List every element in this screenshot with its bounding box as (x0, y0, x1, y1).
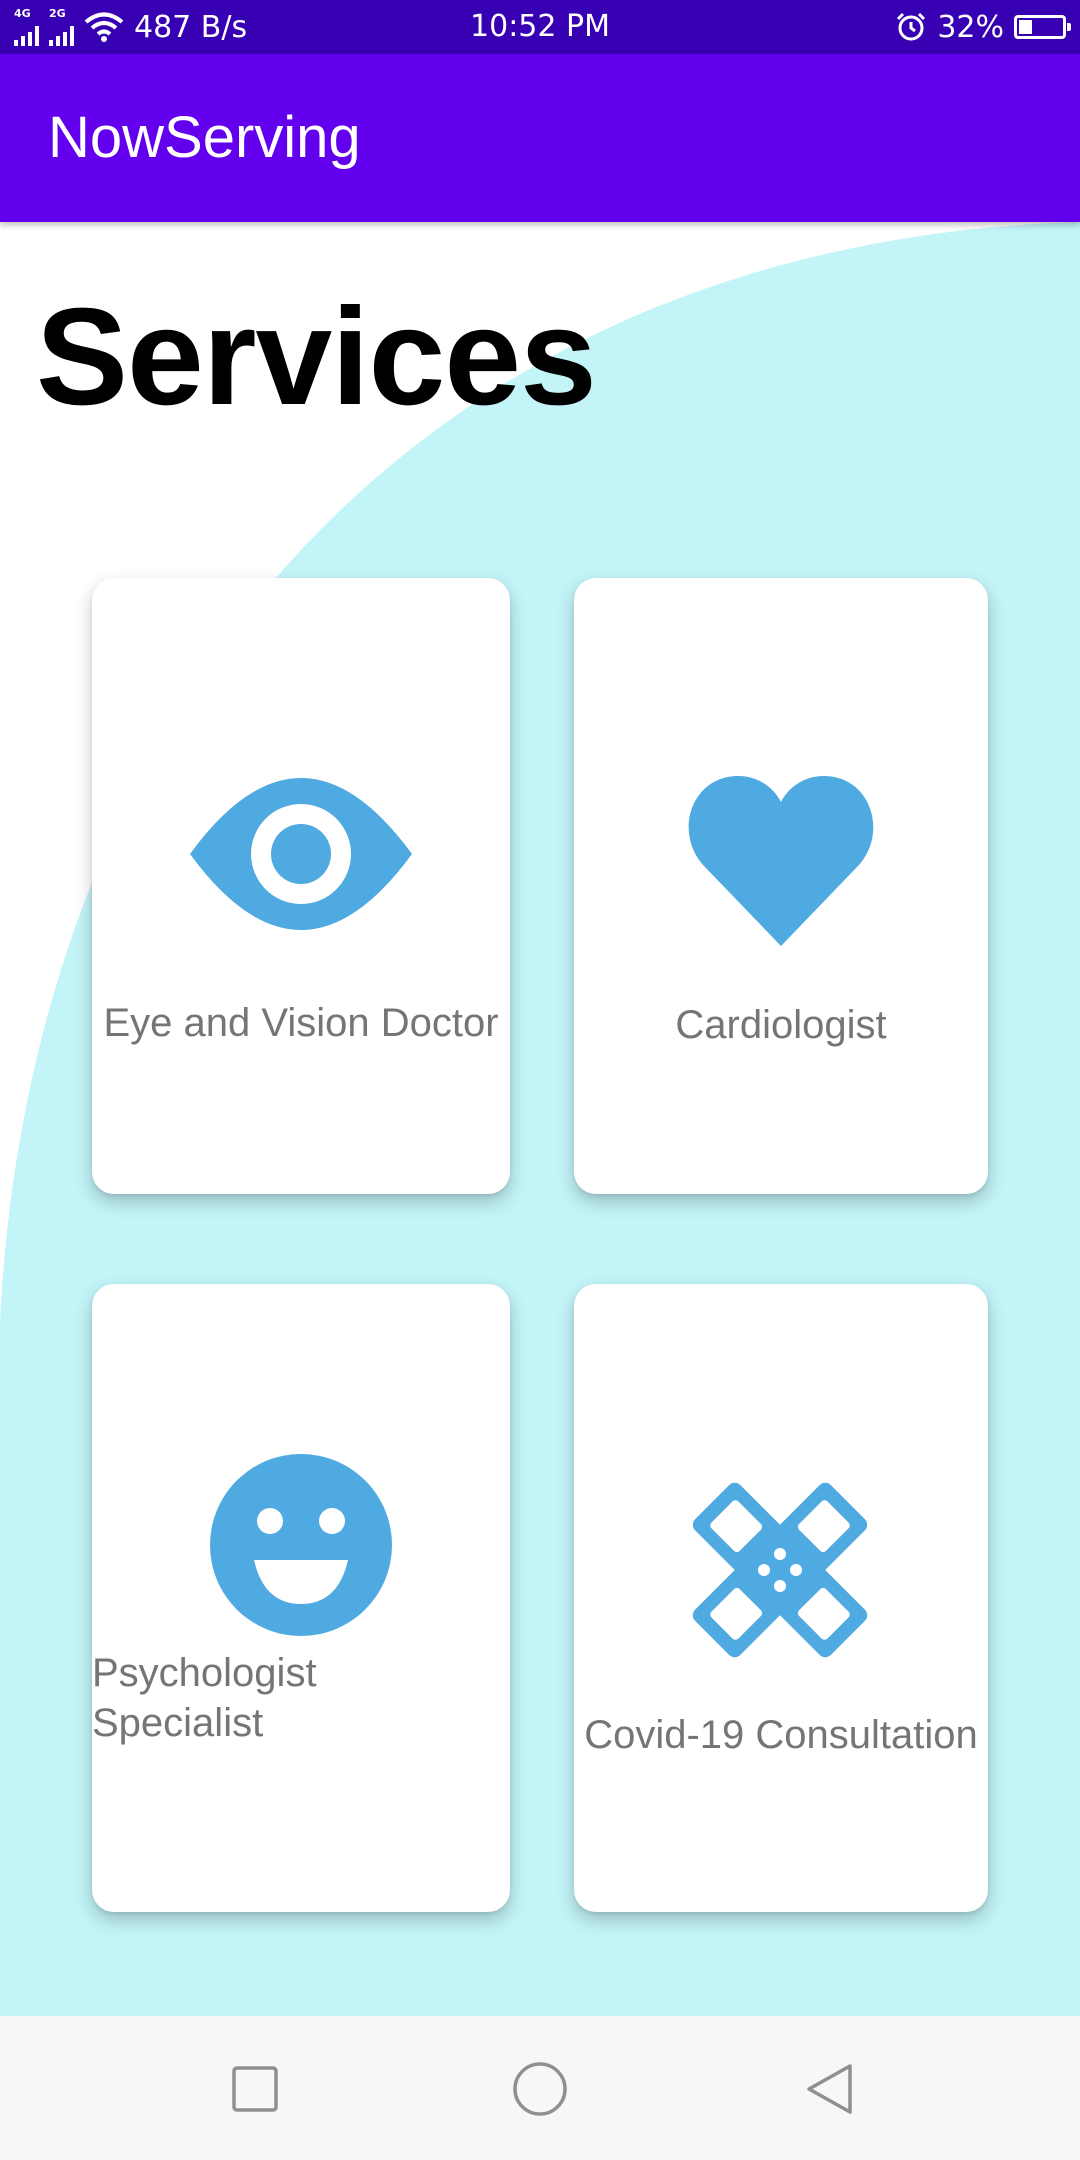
status-right-group: 32% (895, 0, 1071, 54)
service-label: Cardiologist (675, 1003, 887, 1047)
navigation-bar (0, 2016, 1080, 2160)
status-bar: 4G 2G 487 B/s 10:52 PM 32% (0, 0, 1080, 54)
eye-icon (190, 778, 412, 930)
alarm-icon (897, 12, 926, 41)
bandage-icon (692, 1482, 868, 1658)
back-triangle-icon[interactable] (795, 2054, 865, 2124)
service-label: Psychologist Specialist (92, 1651, 317, 1745)
service-label: Covid-19 Consultation (584, 1713, 978, 1757)
service-card-covid19[interactable]: Covid-19 Consultation (574, 1284, 988, 1912)
page-title: Services (36, 280, 597, 434)
service-card-psychologist[interactable]: Psychologist Specialist (92, 1284, 510, 1912)
battery-icon (1014, 15, 1071, 39)
app-title: NowServing (48, 105, 361, 170)
home-circle-icon[interactable] (505, 2054, 575, 2124)
battery-percent: 32% (937, 9, 1004, 45)
heart-icon (688, 775, 874, 946)
battery-fill (1019, 20, 1032, 34)
services-content: Services Eye and Vision Doctor Cardiolog… (0, 222, 1080, 2016)
service-card-eye-vision[interactable]: Eye and Vision Doctor (92, 578, 510, 1194)
recents-square-icon[interactable] (220, 2054, 290, 2124)
service-card-cardiologist[interactable]: Cardiologist (574, 578, 988, 1194)
smiley-icon (210, 1454, 392, 1636)
service-label: Eye and Vision Doctor (103, 1001, 499, 1045)
app-bar: NowServing (0, 54, 1080, 222)
